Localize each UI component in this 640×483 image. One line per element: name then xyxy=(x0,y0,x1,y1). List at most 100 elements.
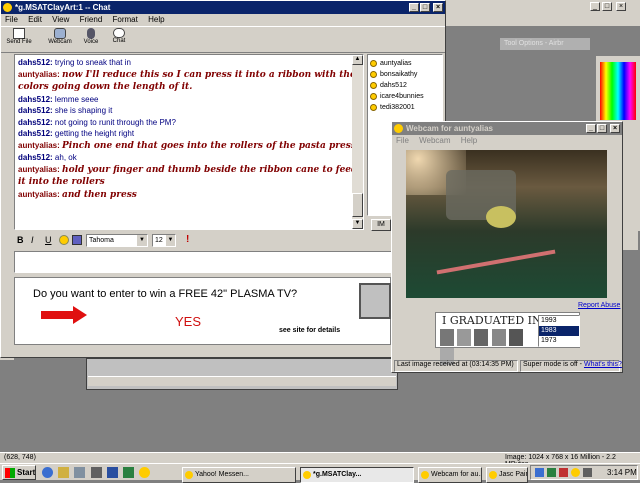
webcam-title-bar: Webcam for auntyalias _ □ × xyxy=(392,122,622,135)
message-nick[interactable]: dahs512: xyxy=(18,106,53,115)
year-option[interactable]: 1973 xyxy=(539,336,579,346)
close-icon[interactable]: × xyxy=(610,124,620,133)
send-file-button[interactable]: Send File xyxy=(4,28,34,45)
taskbar-button[interactable]: *g.MSATClay... xyxy=(300,467,414,483)
menu-file[interactable]: File xyxy=(5,15,18,24)
taskbar-button[interactable]: Webcam for au... xyxy=(418,467,482,483)
webcam-window: Webcam for auntyalias _ □ × File Webcam … xyxy=(391,121,623,373)
bold-button[interactable]: B xyxy=(17,235,24,245)
user-list-item[interactable]: icare4bunnies xyxy=(370,91,440,102)
menu-file[interactable]: File xyxy=(396,136,409,145)
year-option[interactable]: 1993 xyxy=(539,316,579,326)
scroll-up-icon[interactable]: ▲ xyxy=(352,55,363,65)
media-icon[interactable] xyxy=(90,467,102,478)
message-nick[interactable]: auntyalias: xyxy=(18,70,60,79)
message-nick[interactable]: dahs512: xyxy=(18,153,53,162)
scroll-thumb[interactable] xyxy=(352,193,363,217)
menu-edit[interactable]: Edit xyxy=(28,15,42,24)
chevron-down-icon[interactable]: ▼ xyxy=(166,235,175,246)
user-list-item[interactable]: dahs512 xyxy=(370,80,440,91)
maximize-icon[interactable]: □ xyxy=(420,3,430,12)
voice-button[interactable]: Voice xyxy=(79,28,103,45)
taskbar-button[interactable]: Yahoo! Messen... xyxy=(182,467,296,483)
word-icon[interactable] xyxy=(106,467,118,478)
smiley-icon[interactable] xyxy=(59,235,69,245)
scroll-down-icon[interactable]: ▼ xyxy=(352,219,363,229)
message-nick[interactable]: dahs512: xyxy=(18,58,53,67)
message-nick[interactable]: dahs512: xyxy=(18,95,53,104)
background-thumbnail-taskbar xyxy=(88,376,396,386)
underline-button[interactable]: U xyxy=(45,235,52,245)
user-list-item[interactable]: bonsaikathy xyxy=(370,69,440,80)
user-list-item[interactable]: auntyalias xyxy=(370,58,440,69)
chat-message-area[interactable]: dahs512: trying to sneak that in auntyali… xyxy=(14,54,364,230)
start-button[interactable]: Start xyxy=(2,465,36,480)
message-input[interactable] xyxy=(14,251,442,273)
menu-friend[interactable]: Friend xyxy=(80,15,103,24)
report-abuse-link[interactable]: Report Abuse xyxy=(578,302,620,309)
user-name: dahs512 xyxy=(380,82,407,89)
chat-scrollbar[interactable]: ▲ ▼ xyxy=(352,55,363,229)
menu-help[interactable]: Help xyxy=(461,136,477,145)
tray-icon[interactable] xyxy=(559,468,568,477)
menu-webcam[interactable]: Webcam xyxy=(419,136,450,145)
menu-view[interactable]: View xyxy=(52,15,69,24)
im-button[interactable]: IM xyxy=(371,219,391,231)
user-status-icon xyxy=(370,92,377,100)
ad-banner[interactable]: Do you want to enter to win a FREE 42" P… xyxy=(14,277,391,345)
yahoo-icon[interactable] xyxy=(139,467,151,478)
close-icon[interactable]: × xyxy=(616,2,626,11)
tray-icon[interactable] xyxy=(547,468,556,477)
minimize-icon[interactable]: _ xyxy=(590,2,600,11)
desktop-icon[interactable] xyxy=(74,467,86,478)
ie-icon[interactable] xyxy=(42,467,53,478)
minimize-icon[interactable]: _ xyxy=(409,3,419,12)
chevron-down-icon[interactable]: ▼ xyxy=(137,235,147,246)
tray-icon[interactable] xyxy=(535,468,544,477)
format-bar: B I U Tahoma ▼ 12 ▼ ! xyxy=(14,233,444,249)
font-select[interactable]: Tahoma ▼ xyxy=(86,234,148,247)
year-option-selected[interactable]: 1983 xyxy=(539,326,579,336)
message-text: Pinch one end that goes into the rollers… xyxy=(62,140,356,151)
chat-message: dahs512: lemme seee xyxy=(18,94,360,106)
maximize-icon[interactable]: □ xyxy=(602,2,612,11)
buzz-icon[interactable]: ! xyxy=(186,234,189,245)
message-text: hold your finger and thumb beside the ri… xyxy=(18,164,358,188)
italic-button[interactable]: I xyxy=(31,235,34,245)
size-select[interactable]: 12 ▼ xyxy=(152,234,176,247)
volume-icon[interactable] xyxy=(583,468,592,477)
chat-button[interactable]: Chat xyxy=(107,28,131,44)
ad-yes-button[interactable]: YES xyxy=(175,314,201,329)
message-nick[interactable]: auntyalias: xyxy=(18,165,60,174)
chat-message: dahs512: getting the height right xyxy=(18,128,360,140)
year-list[interactable]: 1993 1983 1973 xyxy=(538,315,580,347)
app-icon xyxy=(185,471,193,479)
outlook-icon[interactable] xyxy=(58,467,70,478)
grad-ad-text: I GRADUATED IN: xyxy=(442,314,545,327)
graduation-ad[interactable]: I GRADUATED IN: 1993 1983 1973 xyxy=(435,312,580,365)
message-nick[interactable]: auntyalias: xyxy=(18,190,60,199)
minimize-icon[interactable]: _ xyxy=(586,124,596,133)
whats-this-link[interactable]: What's this? xyxy=(584,361,622,368)
chat-message: dahs512: ah, ok xyxy=(18,152,360,164)
menu-help[interactable]: Help xyxy=(148,15,164,24)
webcam-window-title: Webcam for auntyalias xyxy=(406,124,493,133)
message-text: she is shaping it xyxy=(54,106,113,115)
send-file-icon xyxy=(13,28,25,39)
menu-format[interactable]: Format xyxy=(113,15,138,24)
excel-icon[interactable] xyxy=(123,467,135,478)
quick-launch xyxy=(42,467,174,479)
user-list-item[interactable]: tedi382001 xyxy=(370,102,440,113)
taskbar-button[interactable]: Jasc Paint Shop... xyxy=(486,467,528,483)
close-icon[interactable]: × xyxy=(433,3,443,12)
color-picker[interactable] xyxy=(600,62,636,120)
message-nick[interactable]: dahs512: xyxy=(18,118,53,127)
webcam-menu-bar: File Webcam Help xyxy=(392,135,622,147)
tray-icon[interactable] xyxy=(571,468,580,477)
message-nick[interactable]: auntyalias: xyxy=(18,141,60,150)
text-color-icon[interactable] xyxy=(72,235,82,245)
message-nick[interactable]: dahs512: xyxy=(18,129,53,138)
maximize-icon[interactable]: □ xyxy=(597,124,607,133)
message-text: and then press xyxy=(62,189,137,200)
webcam-button[interactable]: Webcam xyxy=(45,28,75,45)
